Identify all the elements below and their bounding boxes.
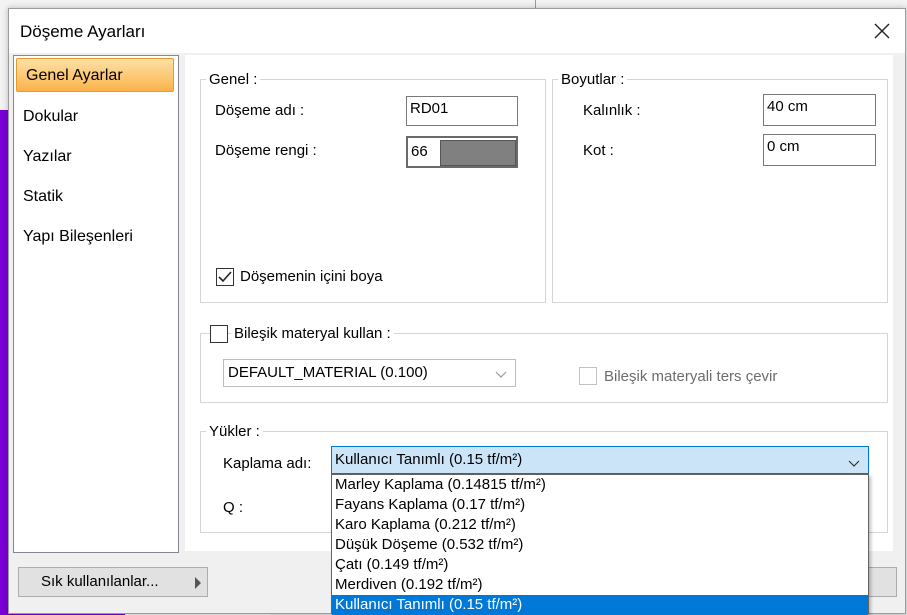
settings-sidebar: Genel Ayarlar Dokular Yazılar Statik Yap… — [13, 55, 179, 553]
loads-legend: Yükler : — [206, 423, 263, 440]
favorites-button[interactable]: Sık kullanılanlar... — [18, 567, 208, 597]
general-group: Genel : Döşeme adı : RD01 Döşeme rengi :… — [200, 71, 546, 303]
list-item[interactable]: Karo Kaplama (0.212 tf/m²) — [332, 515, 868, 535]
dimensions-group: Boyutlar : Kalınlık : 40 cm Kot : 0 cm — [552, 71, 888, 303]
thickness-label: Kalınlık : — [583, 102, 641, 119]
general-legend: Genel : — [206, 71, 261, 88]
check-icon — [218, 271, 232, 283]
fill-label: Döşemenin içini boya — [240, 268, 383, 285]
color-number: 66 — [411, 143, 428, 160]
kot-label: Kot : — [583, 142, 614, 159]
kaplama-label: Kaplama adı: — [223, 455, 312, 472]
list-item-selected[interactable]: Kullanıcı Tanımlı (0.15 tf/m²) — [332, 595, 868, 615]
kaplama-selected: Kullanıcı Tanımlı (0.15 tf/m²) — [335, 451, 523, 468]
close-icon[interactable] — [867, 17, 897, 45]
sidebar-item-general[interactable]: Genel Ayarlar — [16, 58, 174, 92]
sidebar-item-label: Yazılar — [23, 148, 72, 165]
material-select[interactable]: DEFAULT_MATERIAL (0.100) — [223, 359, 516, 387]
floor-color-label: Döşeme rengi : — [215, 142, 317, 159]
list-item[interactable]: Merdiven (0.192 tf/m²) — [332, 575, 868, 595]
chevron-down-icon — [848, 455, 860, 472]
sidebar-item-texts[interactable]: Yazılar — [14, 140, 178, 174]
composite-material-label: Bileşik materyal kullan : — [231, 325, 394, 342]
floor-settings-dialog: Döşeme Ayarları Genel Ayarlar Dokular Ya… — [8, 8, 906, 615]
list-item[interactable]: Düşük Döşeme (0.532 tf/m²) — [332, 535, 868, 555]
kaplama-select[interactable]: Kullanıcı Tanımlı (0.15 tf/m²) — [331, 446, 869, 474]
composite-material-checkbox[interactable] — [210, 325, 228, 343]
sidebar-item-static[interactable]: Statik — [14, 180, 178, 214]
sidebar-item-label: Statik — [23, 188, 64, 205]
chevron-down-icon — [495, 366, 507, 383]
footer-button[interactable] — [867, 567, 897, 597]
sidebar-item-label: Yapı Bileşenleri — [23, 228, 133, 245]
list-item[interactable]: Fayans Kaplama (0.17 tf/m²) — [332, 495, 868, 515]
reverse-material-checkbox[interactable] — [579, 367, 597, 385]
color-swatch — [440, 140, 516, 166]
arrow-right-icon — [195, 577, 201, 589]
kot-input[interactable]: 0 cm — [763, 134, 876, 166]
dialog-title: Döşeme Ayarları — [20, 22, 146, 41]
floor-name-input[interactable]: RD01 — [406, 96, 518, 126]
thickness-input[interactable]: 40 cm — [763, 94, 876, 126]
material-group: Bileşik materyal kullan : DEFAULT_MATERI… — [200, 325, 888, 403]
reverse-material-label: Bileşik materyali ters çevir — [604, 368, 778, 385]
sidebar-item-components[interactable]: Yapı Bileşenleri — [14, 220, 178, 254]
list-item[interactable]: Çatı (0.149 tf/m²) — [332, 555, 868, 575]
favorites-label: Sık kullanılanlar... — [41, 573, 159, 590]
sidebar-item-label: Genel Ayarlar — [26, 67, 123, 84]
list-item[interactable]: Marley Kaplama (0.14815 tf/m²) — [332, 475, 868, 495]
kaplama-dropdown-list: Marley Kaplama (0.14815 tf/m²) Fayans Ka… — [331, 474, 869, 615]
fill-checkbox[interactable] — [216, 268, 234, 286]
floor-color-picker[interactable]: 66 — [406, 136, 518, 168]
sidebar-item-label: Dokular — [23, 108, 79, 125]
floor-name-label: Döşeme adı : — [215, 102, 305, 119]
sidebar-item-textures[interactable]: Dokular — [14, 100, 178, 134]
dimensions-legend: Boyutlar : — [558, 71, 628, 88]
title-bar: Döşeme Ayarları — [9, 9, 905, 53]
background-line — [535, 0, 536, 8]
material-selected: DEFAULT_MATERIAL (0.100) — [228, 364, 428, 381]
q-label: Q : — [223, 499, 244, 516]
